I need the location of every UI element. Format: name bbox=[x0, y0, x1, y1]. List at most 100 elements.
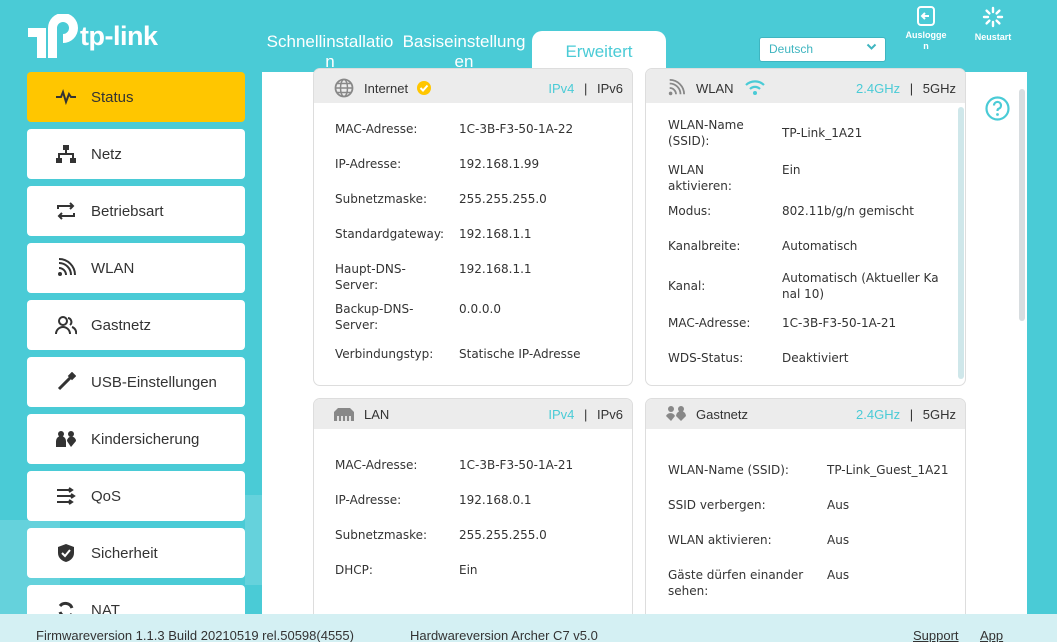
guests-icon bbox=[54, 313, 78, 337]
row-label: WLAN aktivieren: bbox=[668, 163, 732, 193]
row-value: 1C-3B-F3-50-1A-21 bbox=[782, 316, 897, 330]
logo-mark-icon bbox=[26, 13, 78, 58]
row-label: MAC-Adresse: bbox=[335, 458, 418, 472]
language-selected: Deutsch bbox=[769, 42, 814, 56]
row-value: 1C-3B-F3-50-1A-22 bbox=[459, 122, 574, 136]
main-panel: Internet IPv4 | IPv6 MAC-Adresse: 1C-3B-F… bbox=[262, 68, 1027, 628]
card-header: Internet IPv4 | IPv6 bbox=[314, 69, 632, 103]
ipv4-option[interactable]: IPv4 bbox=[548, 81, 574, 96]
sidebar-item-qos[interactable]: QoS bbox=[27, 471, 245, 521]
usb-icon bbox=[54, 370, 78, 394]
row-label: Modus: bbox=[668, 204, 712, 218]
lan-card: LAN IPv4 | IPv6 MAC-Adresse: 1C-3B-F3-50-… bbox=[313, 398, 633, 628]
card-scrollbar[interactable] bbox=[958, 107, 964, 379]
language-select[interactable]: Deutsch bbox=[759, 37, 886, 62]
band-switch: 2.4GHz | 5GHz bbox=[856, 81, 956, 96]
shield-icon bbox=[54, 541, 78, 565]
internet-card: Internet IPv4 | IPv6 MAC-Adresse: 1C-3B-F… bbox=[313, 68, 633, 386]
mode-switch-icon bbox=[54, 199, 78, 223]
guest-network-card: Gastnetz 2.4GHz | 5GHz WLAN-Name (SSID):… bbox=[645, 398, 966, 628]
row-value: 192.168.0.1 bbox=[459, 493, 532, 507]
tab-basic-settings[interactable]: Basiseinstellungen bbox=[402, 32, 526, 72]
sidebar-item-label: Betriebsart bbox=[91, 202, 164, 220]
pulse-icon bbox=[54, 85, 78, 109]
ipv6-option[interactable]: IPv6 bbox=[597, 407, 623, 422]
band-5g-option[interactable]: 5GHz bbox=[923, 81, 956, 96]
separator: | bbox=[909, 80, 914, 96]
wifi-signal-icon bbox=[744, 80, 766, 96]
row-label: IP-Adresse: bbox=[335, 493, 402, 507]
sidebar-item-label: QoS bbox=[91, 487, 122, 505]
row-label: Gäste dürfen einander sehen: bbox=[668, 568, 804, 598]
connected-check-icon bbox=[416, 80, 432, 96]
hardware-version: Hardwareversion Archer C7 v5.0 bbox=[410, 628, 598, 642]
reboot-label: Neustart bbox=[974, 32, 1012, 42]
band-switch: 2.4GHz | 5GHz bbox=[856, 407, 956, 422]
row-value: TP-Link_Guest_1A21 bbox=[827, 463, 949, 477]
support-link[interactable]: Support bbox=[913, 628, 959, 642]
family-icon bbox=[54, 427, 78, 451]
band-2g-option[interactable]: 2.4GHz bbox=[856, 407, 900, 422]
reboot-button[interactable]: Neustart bbox=[970, 6, 1016, 43]
row-label: Verbindungstyp: bbox=[335, 347, 434, 361]
sidebar-item-wlan[interactable]: WLAN bbox=[27, 243, 245, 293]
page-scrollbar[interactable] bbox=[1019, 89, 1025, 321]
row-value: 255.255.255.0 bbox=[459, 192, 547, 206]
tab-quick-setup[interactable]: Schnellinstallation bbox=[266, 32, 394, 72]
app-link[interactable]: App bbox=[980, 628, 1003, 642]
sidebar-item-usb-settings[interactable]: USB-Einstellungen bbox=[27, 357, 245, 407]
band-5g-option[interactable]: 5GHz bbox=[923, 407, 956, 422]
card-title: WLAN bbox=[696, 80, 734, 96]
network-icon bbox=[54, 142, 78, 166]
tp-link-logo: tp-link bbox=[26, 13, 158, 58]
row-label: WDS-Status: bbox=[668, 351, 744, 365]
logout-button[interactable]: Ausloggen bbox=[903, 6, 949, 52]
row-label: IP-Adresse: bbox=[335, 157, 402, 171]
ethernet-port-icon bbox=[332, 406, 356, 422]
row-value: Aus bbox=[827, 568, 850, 582]
row-value: Statische IP-Adresse bbox=[459, 347, 581, 361]
ipv6-option[interactable]: IPv6 bbox=[597, 81, 623, 96]
row-label: MAC-Adresse: bbox=[335, 122, 418, 136]
wifi-icon bbox=[664, 79, 688, 97]
row-label: Kanal: bbox=[668, 279, 706, 293]
guests-icon bbox=[664, 405, 688, 423]
sidebar-item-status[interactable]: Status bbox=[27, 72, 245, 122]
sidebar: Status Netz Betriebsart WLAN Gastnetz US… bbox=[27, 72, 245, 642]
footer: Firmwareversion 1.1.3 Build 20210519 rel… bbox=[0, 614, 1057, 642]
card-title: Gastnetz bbox=[696, 406, 749, 422]
row-label: Backup-DNS-Server: bbox=[335, 302, 414, 332]
help-button[interactable] bbox=[985, 96, 1010, 125]
card-header: WLAN 2.4GHz | 5GHz bbox=[646, 69, 965, 103]
tab-advanced[interactable]: Erweitert bbox=[532, 31, 666, 73]
row-value: Ein bbox=[782, 163, 801, 177]
sidebar-item-security[interactable]: Sicherheit bbox=[27, 528, 245, 578]
row-value: Deaktiviert bbox=[782, 351, 849, 365]
sidebar-item-operation-mode[interactable]: Betriebsart bbox=[27, 186, 245, 236]
card-title: LAN bbox=[364, 406, 390, 422]
card-header: LAN IPv4 | IPv6 bbox=[314, 399, 632, 429]
band-2g-option[interactable]: 2.4GHz bbox=[856, 81, 900, 96]
ipv4-option[interactable]: IPv4 bbox=[548, 407, 574, 422]
sidebar-item-parental-control[interactable]: Kindersicherung bbox=[27, 414, 245, 464]
sidebar-item-label: Gastnetz bbox=[91, 316, 152, 334]
row-label: Subnetzmaske: bbox=[335, 528, 428, 542]
row-label: MAC-Adresse: bbox=[668, 316, 751, 330]
row-label: Kanalbreite: bbox=[668, 239, 741, 253]
row-value: 1C-3B-F3-50-1A-21 bbox=[459, 458, 574, 472]
card-header: Gastnetz 2.4GHz | 5GHz bbox=[646, 399, 965, 429]
firmware-version: Firmwareversion 1.1.3 Build 20210519 rel… bbox=[36, 628, 354, 642]
logo-text: tp-link bbox=[80, 20, 158, 51]
row-value: Automatisch bbox=[782, 239, 858, 253]
logout-icon bbox=[917, 6, 935, 26]
row-value: 192.168.1.99 bbox=[459, 157, 540, 171]
row-value: 255.255.255.0 bbox=[459, 528, 547, 542]
sidebar-item-network[interactable]: Netz bbox=[27, 129, 245, 179]
card-title: Internet bbox=[364, 80, 409, 96]
row-label: WLAN-Name (SSID): bbox=[668, 463, 789, 477]
ip-version-switch: IPv4 | IPv6 bbox=[548, 81, 623, 96]
separator: | bbox=[583, 406, 588, 422]
sidebar-item-guest-network[interactable]: Gastnetz bbox=[27, 300, 245, 350]
row-label: Subnetzmaske: bbox=[335, 192, 428, 206]
sidebar-item-label: USB-Einstellungen bbox=[91, 373, 217, 391]
